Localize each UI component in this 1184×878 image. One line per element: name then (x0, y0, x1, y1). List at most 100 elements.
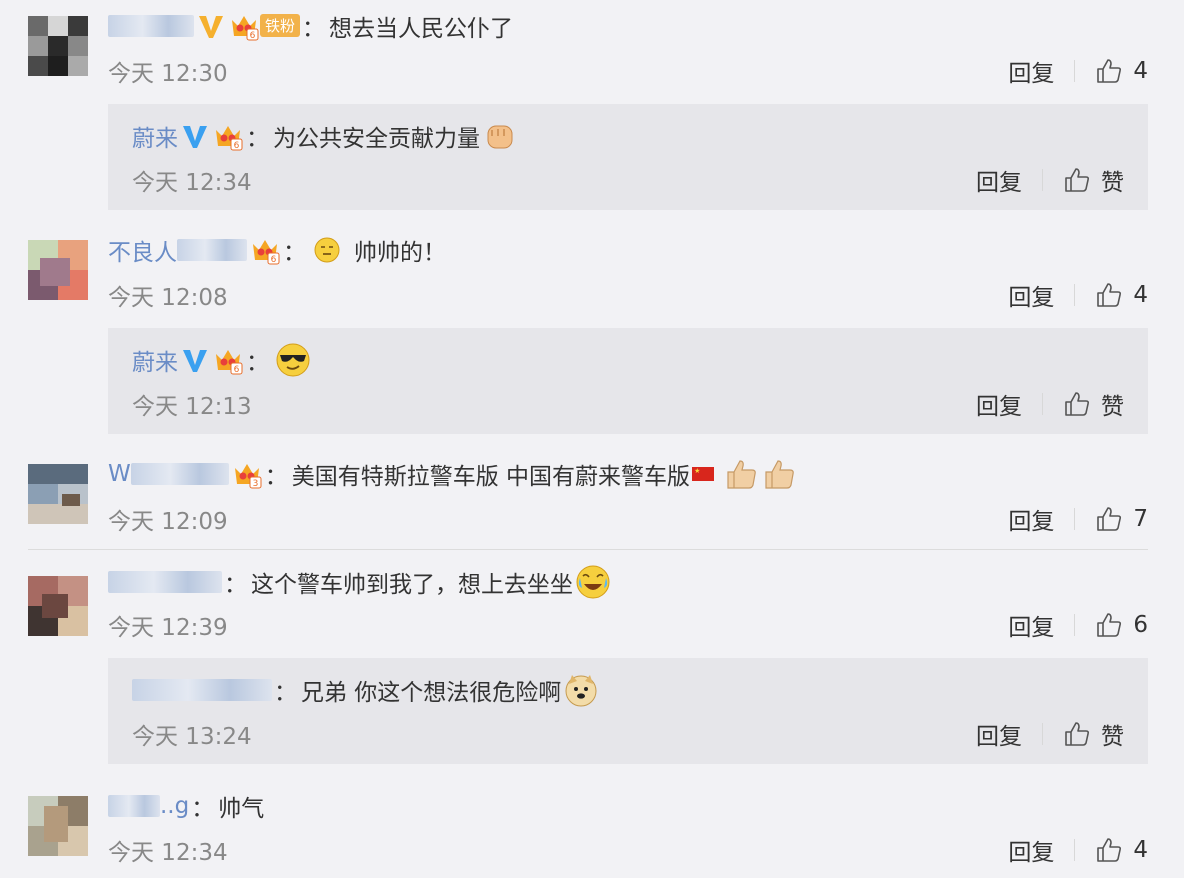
thumbs-up-icon (1097, 283, 1122, 307)
like-count: 4 (1133, 58, 1148, 84)
avatar[interactable] (28, 16, 88, 76)
like-button[interactable]: 赞 (1063, 163, 1124, 197)
svg-text:6: 6 (234, 141, 240, 151)
doge-emoji-icon (565, 675, 597, 707)
reply-time: 今天 12:34 (132, 170, 252, 196)
username-blurred[interactable] (177, 239, 247, 261)
comment-2: 不良人 6 ： 帅帅的！ 今天 12:08 回复 4 (0, 224, 1184, 324)
reply-button[interactable]: 回复 (1008, 502, 1054, 536)
reply-time: 今天 12:13 (132, 394, 252, 420)
like-count: 7 (1133, 506, 1148, 532)
like-button[interactable]: 7 (1095, 505, 1148, 533)
blue-v-icon (183, 350, 207, 372)
reply-box: 蔚来 6 ： 今天 12:13 回复 赞 (108, 328, 1148, 434)
username-partial[interactable]: 不良人 (108, 233, 177, 267)
like-button[interactable]: 4 (1095, 281, 1148, 309)
username-blurred[interactable] (108, 15, 194, 37)
like-label: 赞 (1101, 394, 1124, 420)
comment-4: ： 这个警车帅到我了，想上去坐坐 今天 12:39 回复 6 (0, 556, 1184, 656)
comment-text: 想去当人民公仆了 (329, 16, 514, 42)
laugh-cry-emoji-icon (576, 565, 610, 599)
divider (1042, 393, 1043, 415)
crown-level-icon: 6 (216, 350, 243, 375)
fist-emoji-icon (487, 125, 513, 149)
reply-username[interactable]: 蔚来 (132, 119, 178, 153)
reply-button[interactable]: 回复 (976, 387, 1022, 421)
avatar[interactable] (28, 576, 88, 636)
comment-5: ..g ： 帅气 今天 12:34 回复 4 (0, 782, 1184, 878)
reply-button[interactable]: 回复 (1008, 278, 1054, 312)
comment-text: 美国有特斯拉警车版 中国有蔚来警车版 (291, 464, 691, 490)
username-partial[interactable]: W (108, 461, 131, 487)
svg-text:6: 6 (271, 255, 277, 265)
avatar[interactable] (28, 240, 88, 300)
comment-time: 今天 12:34 (108, 840, 228, 866)
divider (1074, 614, 1076, 636)
comment-time: 今天 12:39 (108, 615, 228, 641)
avatar[interactable] (28, 796, 88, 856)
thumbs-up-icon (1065, 722, 1090, 746)
comment-text: 这个警车帅到我了，想上去坐坐 (251, 572, 573, 598)
thumbs-up-icon (1097, 838, 1122, 862)
crown-level-icon: 3 (234, 464, 262, 489)
username-blurred[interactable] (130, 463, 229, 485)
thumbs-up-icon (1097, 59, 1122, 83)
username-partial[interactable]: ..g (160, 793, 189, 819)
thumbs-up-icon (1097, 613, 1122, 637)
divider (1074, 508, 1076, 530)
crown-level-icon: 6 (216, 126, 243, 151)
like-button[interactable]: 4 (1095, 836, 1148, 864)
like-label: 赞 (1101, 724, 1124, 750)
divider (1074, 284, 1076, 306)
username-blurred[interactable] (108, 571, 222, 593)
china-flag-icon (692, 467, 715, 481)
reply-button[interactable]: 回复 (1008, 608, 1054, 642)
reply-button[interactable]: 回复 (1008, 54, 1054, 88)
divider (1074, 839, 1076, 861)
crown-level-icon: 6 (253, 240, 280, 265)
reply-box: 蔚来 6 ： 为公共安全贡献力量 今天 12:34 回复 赞 (108, 104, 1148, 210)
thumbs-up-emoji-icon (765, 460, 794, 489)
svg-text:3: 3 (252, 479, 258, 489)
reply-button[interactable]: 回复 (1008, 833, 1054, 867)
thumbs-up-emoji-icon (727, 460, 756, 489)
like-button[interactable]: 赞 (1063, 717, 1124, 751)
like-button[interactable]: 6 (1095, 611, 1148, 639)
comment-1: 6 铁粉 ： 想去当人民公仆了 今天 12:30 回复 4 (0, 0, 1184, 100)
sunglasses-emoji-icon (276, 343, 310, 377)
reply-text: 为公共安全贡献力量 (273, 126, 480, 152)
smirk-emoji-icon (314, 237, 340, 263)
thumbs-up-icon (1065, 168, 1090, 192)
comment-3: W 3 ： 美国有特斯拉警车版 中国有蔚来警车版 今天 12:09 回复 7 (0, 448, 1184, 548)
avatar[interactable] (28, 464, 88, 524)
divider (1074, 60, 1076, 82)
like-button[interactable]: 赞 (1063, 387, 1124, 421)
fan-tag-badge: 铁粉 (260, 13, 301, 37)
thumbs-up-icon (1065, 392, 1090, 416)
divider (1042, 723, 1043, 745)
section-divider (28, 549, 1148, 550)
like-count: 6 (1133, 612, 1148, 638)
crown-level-icon: 6 (232, 16, 259, 41)
username-blurred[interactable] (108, 795, 160, 817)
gold-v-icon (199, 16, 223, 38)
reply-username-blurred[interactable] (132, 679, 272, 701)
comment-text: 帅气 (218, 796, 265, 822)
like-button[interactable]: 4 (1095, 57, 1148, 85)
thumbs-up-icon (1097, 507, 1122, 531)
reply-time: 今天 13:24 (132, 724, 252, 750)
reply-username[interactable]: 蔚来 (132, 343, 178, 377)
comment-time: 今天 12:09 (108, 509, 228, 535)
blue-v-icon (183, 126, 207, 148)
like-count: 4 (1133, 837, 1148, 863)
reply-text: 兄弟 你这个想法很危险啊 (301, 680, 562, 706)
reply-button[interactable]: 回复 (976, 717, 1022, 751)
comment-text: 帅帅的！ (354, 240, 446, 266)
svg-text:6: 6 (234, 365, 240, 375)
comment-time: 今天 12:08 (108, 285, 228, 311)
comment-time: 今天 12:30 (108, 61, 228, 87)
reply-button[interactable]: 回复 (976, 163, 1022, 197)
svg-text:6: 6 (250, 31, 256, 41)
divider (1042, 169, 1043, 191)
like-label: 赞 (1101, 170, 1124, 196)
